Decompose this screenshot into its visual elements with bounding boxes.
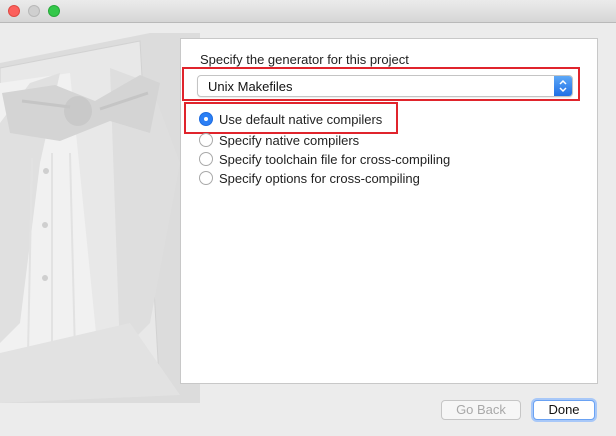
minimize-window-button[interactable] — [28, 5, 40, 17]
zoom-window-button[interactable] — [48, 5, 60, 17]
radio-unselected-icon[interactable] — [199, 152, 213, 166]
generator-highlight-box — [182, 67, 580, 101]
radio-label: Use default native compilers — [219, 111, 383, 127]
generator-prompt: Specify the generator for this project — [200, 52, 409, 67]
radio-option-cross-compiling[interactable]: Specify options for cross-compiling — [199, 169, 420, 187]
radio-unselected-icon[interactable] — [199, 133, 213, 147]
radio-label: Specify options for cross-compiling — [219, 170, 420, 186]
radio-option-native-compilers[interactable]: Specify native compilers — [199, 131, 359, 149]
tuxedo-illustration — [0, 33, 200, 403]
radio-option-default-compilers[interactable]: Use default native compilers — [199, 110, 382, 128]
radio-unselected-icon[interactable] — [199, 171, 213, 185]
radio-option-toolchain-file[interactable]: Specify toolchain file for cross-compili… — [199, 150, 450, 168]
go-back-button[interactable]: Go Back — [441, 400, 521, 420]
radio-selected-icon[interactable] — [199, 112, 213, 126]
radio-label: Specify native compilers — [219, 132, 360, 148]
title-bar — [0, 0, 616, 23]
close-window-button[interactable] — [8, 5, 20, 17]
done-button[interactable]: Done — [533, 400, 595, 420]
radio-label: Specify toolchain file for cross-compili… — [219, 151, 451, 167]
